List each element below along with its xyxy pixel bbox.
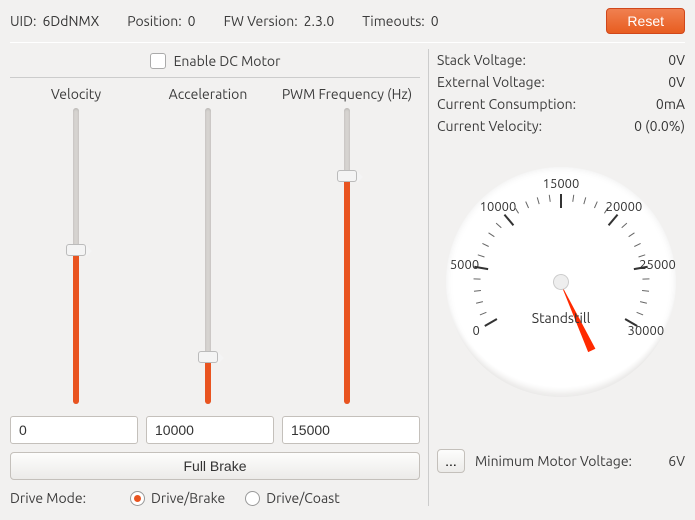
velocity-slider-thumb[interactable] — [66, 244, 86, 256]
gauge-tick-label: 30000 — [628, 324, 665, 338]
sliders-area — [10, 108, 420, 408]
gauge-tick-label: 15000 — [543, 177, 580, 191]
full-brake-button[interactable]: Full Brake — [10, 452, 420, 480]
current-velocity-value: 0 (0.0%) — [634, 118, 685, 134]
uid-group: UID: 6DdNMX — [10, 13, 99, 29]
timeouts-value: 0 — [431, 13, 439, 29]
gauge-tick-label: 0 — [472, 324, 479, 338]
drive-coast-label: Drive/Coast — [266, 490, 340, 506]
external-voltage-value: 0V — [668, 74, 685, 90]
drive-brake-label: Drive/Brake — [151, 490, 225, 506]
stat-stack-voltage: Stack Voltage: 0V — [437, 49, 685, 71]
pwm-input[interactable] — [282, 416, 420, 444]
drive-mode-row: Drive Mode: Drive/Brake Drive/Coast — [10, 480, 420, 506]
stat-external-voltage: External Voltage: 0V — [437, 71, 685, 93]
stat-current-velocity: Current Velocity: 0 (0.0%) — [437, 115, 685, 137]
right-panel: Stack Voltage: 0V External Voltage: 0V C… — [428, 49, 685, 506]
stack-voltage-value: 0V — [668, 52, 685, 68]
min-voltage-label: Minimum Motor Voltage: — [475, 453, 632, 469]
position-group: Position: 0 — [127, 13, 195, 29]
uid-value: 6DdNMX — [42, 13, 99, 29]
radio-icon — [130, 491, 145, 506]
acceleration-input[interactable] — [146, 416, 274, 444]
acceleration-label: Acceleration — [142, 86, 274, 102]
acceleration-slider-thumb[interactable] — [198, 351, 218, 363]
drive-mode-label: Drive Mode: — [10, 490, 110, 506]
gauge-tick-label: 25000 — [639, 258, 676, 272]
velocity-label: Velocity — [10, 86, 142, 102]
position-label: Position: — [127, 13, 181, 29]
position-value: 0 — [188, 13, 196, 29]
radio-icon — [245, 491, 260, 506]
velocity-input[interactable] — [10, 416, 138, 444]
gauge: 0 5000 10000 15000 20000 25000 30000 Standstil… — [437, 137, 685, 397]
external-voltage-label: External Voltage: — [437, 74, 545, 90]
enable-row: Enable DC Motor — [10, 43, 420, 78]
uid-label: UID: — [10, 13, 36, 29]
value-row — [10, 408, 420, 444]
fw-label: FW Version: — [224, 13, 298, 29]
gauge-center-text: Standstill — [532, 310, 591, 326]
left-panel: Enable DC Motor Velocity Acceleration PW… — [10, 43, 428, 506]
reset-button[interactable]: Reset — [606, 8, 685, 34]
sliders-header: Velocity Acceleration PWM Frequency (Hz) — [10, 78, 420, 108]
min-voltage-value: 6V — [668, 453, 685, 469]
velocity-slider[interactable] — [10, 108, 142, 408]
current-velocity-label: Current Velocity: — [437, 118, 542, 134]
fw-value: 2.3.0 — [304, 13, 335, 29]
timeouts-label: Timeouts: — [362, 13, 425, 29]
current-consumption-label: Current Consumption: — [437, 96, 576, 112]
min-voltage-options-button[interactable]: ... — [437, 449, 465, 473]
acceleration-slider[interactable] — [142, 108, 274, 408]
stack-voltage-label: Stack Voltage: — [437, 52, 526, 68]
drive-brake-radio[interactable]: Drive/Brake — [130, 490, 225, 506]
gauge-tick-label: 10000 — [480, 200, 517, 214]
header-bar: UID: 6DdNMX Position: 0 FW Version: 2.3.… — [0, 0, 695, 40]
pwm-slider[interactable] — [274, 108, 420, 408]
enable-label: Enable DC Motor — [174, 53, 281, 69]
drive-coast-radio[interactable]: Drive/Coast — [245, 490, 340, 506]
pwm-slider-thumb[interactable] — [337, 170, 357, 182]
pwm-label: PWM Frequency (Hz) — [274, 86, 420, 102]
stat-current-consumption: Current Consumption: 0mA — [437, 93, 685, 115]
current-consumption-value: 0mA — [656, 96, 685, 112]
gauge-tick-label: 20000 — [606, 200, 643, 214]
timeouts-group: Timeouts: 0 — [362, 13, 438, 29]
gauge-tick-label: 5000 — [450, 258, 479, 272]
min-voltage-row: ... Minimum Motor Voltage: 6V — [437, 397, 685, 473]
enable-checkbox[interactable] — [150, 53, 166, 69]
fw-group: FW Version: 2.3.0 — [224, 13, 335, 29]
